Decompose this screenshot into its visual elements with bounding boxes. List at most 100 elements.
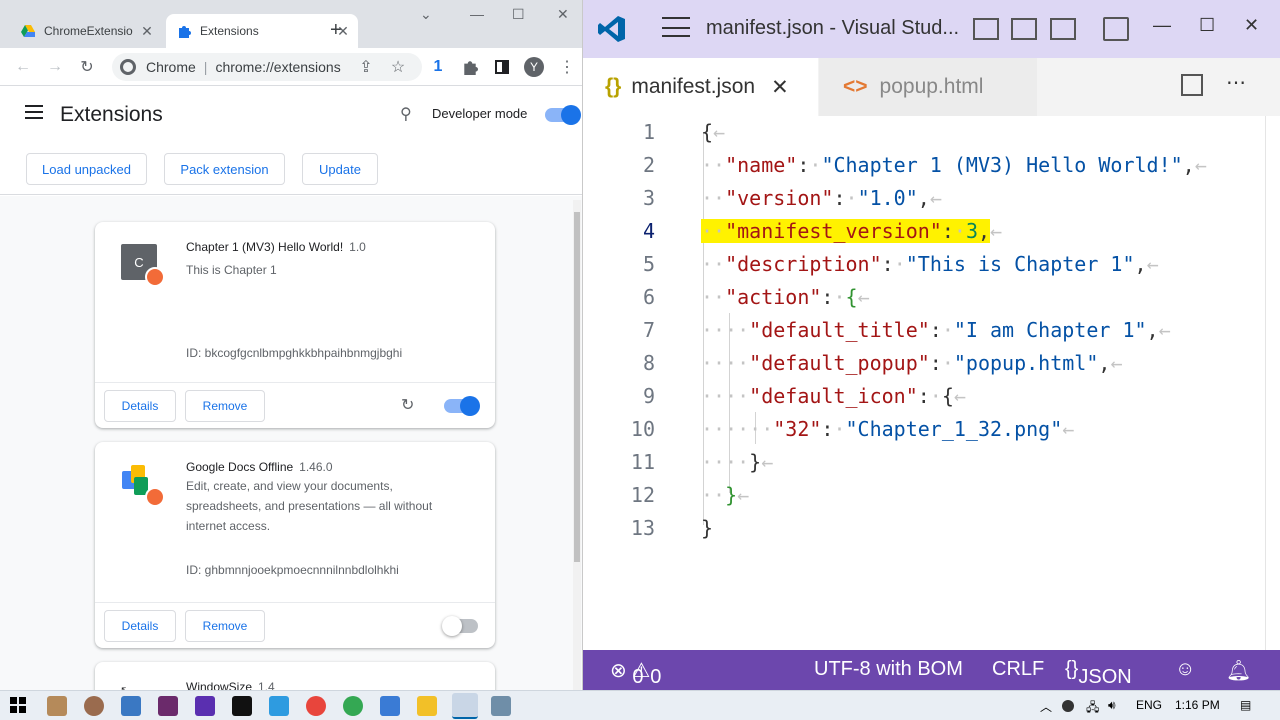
extension-enable-toggle[interactable] [442, 616, 478, 636]
close-tab-icon[interactable]: ✕ [138, 23, 156, 40]
details-button[interactable]: Details [104, 610, 176, 642]
file-explorer-icon[interactable] [417, 696, 437, 716]
close-tab-icon[interactable]: ✕ [771, 75, 789, 100]
search-icon[interactable]: ⚲ [400, 104, 412, 124]
extensions-header: Extensions ⚲ Developer mode [0, 87, 582, 143]
tab-manifest-json[interactable]: {} manifest.json ✕ [583, 58, 818, 116]
encoding-indicator[interactable]: UTF-8 with BOM [814, 658, 963, 681]
tray-chevron-icon[interactable]: ︿ [1040, 698, 1052, 715]
share-icon[interactable]: ⇪ [356, 57, 376, 77]
customize-layout-icon[interactable] [1103, 17, 1129, 41]
taskbar-app-icon[interactable] [195, 696, 215, 716]
taskbar-app-icon[interactable] [121, 696, 141, 716]
toggle-panel-icon[interactable] [1011, 18, 1037, 40]
action-center-icon[interactable]: ▤ [1240, 698, 1251, 712]
taskbar-app-icon[interactable] [158, 696, 178, 716]
new-tab-icon[interactable]: + [330, 20, 342, 40]
avatar[interactable]: Y [524, 57, 544, 77]
tray-app-icon[interactable] [1062, 700, 1074, 712]
google-drive-icon [20, 23, 36, 39]
taskbar-app-icon[interactable] [491, 696, 511, 716]
json-braces-icon: {} [605, 75, 622, 98]
tab-popup-html[interactable]: <> popup.html [819, 58, 1037, 116]
code-line: 6 ··"action":·{← [642, 285, 870, 309]
remove-button[interactable]: Remove [185, 610, 265, 642]
developer-mode-toggle[interactable] [545, 105, 581, 125]
close-window-icon[interactable]: ✕ [1244, 15, 1259, 36]
more-actions-icon[interactable]: ⋯ [1226, 70, 1246, 95]
taskbar-app-icon[interactable] [232, 696, 252, 716]
language-indicator[interactable]: ENG [1136, 698, 1162, 712]
remove-button[interactable]: Remove [185, 390, 265, 422]
close-window-icon[interactable]: ✕ [557, 6, 569, 23]
extension-enable-toggle[interactable] [444, 396, 480, 416]
chrome-taskbar-icon[interactable] [343, 696, 363, 716]
scrollbar[interactable] [573, 200, 581, 690]
tab-title: ChromeExtensio [44, 24, 133, 38]
page-title: Extensions [60, 103, 163, 126]
extension-count[interactable]: 1 [428, 57, 448, 77]
chrome-toolbar: ← → ↻ Chrome | chrome://extensions ⇪ ☆ 1… [0, 48, 582, 86]
status-bar: ⊗ 0 ⚠ 0 UTF-8 with BOM CRLF {} JSON ☺ 🔔︎ [583, 650, 1280, 690]
menu-kebab-icon[interactable]: ⋮ [557, 57, 577, 77]
url-text: chrome://extensions [215, 59, 341, 75]
taskbar-app-icon[interactable] [269, 696, 289, 716]
extension-name: Chapter 1 (MV3) Hello World! 1.0 [186, 240, 366, 254]
toggle-primary-sidebar-icon[interactable] [973, 18, 999, 40]
extension-id: ID: ghbmnnjooekpmoecnnnilnnbdlolhkhi [186, 563, 399, 577]
developer-mode-label: Developer mode [432, 106, 528, 121]
details-button[interactable]: Details [104, 390, 176, 422]
code-line: 4 ··"manifest_version":·3,← [642, 219, 1003, 243]
accounts-icon[interactable]: ☺ [1175, 658, 1195, 681]
split-editor-icon[interactable] [1181, 74, 1203, 96]
extension-description: Edit, create, and view your documents, s… [186, 479, 433, 533]
bookmark-star-icon[interactable]: ☆ [388, 57, 408, 77]
eol-indicator[interactable]: CRLF [992, 658, 1044, 681]
side-panel-icon[interactable] [492, 57, 512, 77]
taskbar-app-icon[interactable] [380, 696, 400, 716]
code-editor[interactable]: 1 {← 2 ··"name":·"Chapter 1 (MV3) Hello Wo… [583, 116, 1280, 650]
windows-start-icon[interactable] [10, 697, 26, 718]
tab-chromeextension[interactable]: ChromeExtensio ✕ [10, 14, 162, 48]
vscode-titlebar: manifest.json - Visual Stud... — ☐ ✕ [583, 0, 1280, 58]
code-line: 7 ····"default_title":·"I am Chapter 1",← [642, 318, 1171, 342]
taskbar-app-icon[interactable] [84, 696, 104, 716]
extension-name: WindowSize 1.4 [186, 680, 275, 690]
hamburger-menu-icon[interactable] [25, 105, 43, 119]
taskbar-app-icon[interactable] [47, 696, 67, 716]
minimize-icon[interactable]: — [470, 6, 484, 22]
code-line: 8 ····"default_popup":·"popup.html",← [642, 351, 1123, 375]
extensions-list: C Chapter 1 (MV3) Hello World! 1.0 This i… [0, 196, 582, 690]
volume-icon[interactable]: 🔊︎ [1108, 698, 1116, 713]
notifications-bell-icon[interactable]: 🔔︎ [1226, 658, 1251, 683]
extension-card: C Chapter 1 (MV3) Hello World! 1.0 This i… [95, 222, 495, 428]
problems-indicator[interactable]: ⊗ 0 ⚠ 0 [610, 658, 661, 688]
card-footer: Details Remove [95, 602, 495, 648]
minimize-icon[interactable]: — [1153, 15, 1171, 36]
forward-icon[interactable]: → [45, 57, 65, 77]
chrome-taskbar-icon[interactable] [306, 696, 326, 716]
clock[interactable]: 1:16 PM [1175, 698, 1220, 712]
language-mode[interactable]: {} JSON [1065, 658, 1132, 688]
back-icon[interactable]: ← [13, 57, 33, 77]
network-icon[interactable]: 🖧︎ [1086, 698, 1099, 719]
reload-extension-icon[interactable]: ↻ [401, 395, 414, 415]
extensions-puzzle-icon[interactable] [460, 57, 480, 77]
code-line: 2 ··"name":·"Chapter 1 (MV3) Hello World!… [642, 153, 1207, 177]
omnibox-separator: | [203, 59, 208, 75]
extension-description: This is Chapter 1 [186, 263, 277, 277]
maximize-icon[interactable]: ☐ [1199, 15, 1215, 36]
vscode-taskbar-icon[interactable] [452, 693, 478, 719]
load-unpacked-button[interactable]: Load unpacked [26, 153, 147, 185]
pack-extension-button[interactable]: Pack extension [164, 153, 285, 185]
chrome-tabstrip: ChromeExtensio ✕ Extensions ✕ + ⌄ — ☐ ✕ [0, 0, 582, 48]
update-button[interactable]: Update [302, 153, 378, 185]
reload-icon[interactable]: ↻ [77, 57, 97, 77]
menu-hamburger-icon[interactable] [662, 17, 690, 37]
maximize-icon[interactable]: ☐ [512, 6, 525, 23]
tab-search-icon[interactable]: ⌄ [420, 6, 432, 23]
editor-tabs: {} manifest.json ✕ <> popup.html ⋯ [583, 58, 1280, 116]
code-line: 1 {← [642, 120, 726, 144]
code-line: 10 ······"32":·"Chapter_1_32.png"← [630, 417, 1075, 441]
toggle-secondary-sidebar-icon[interactable] [1050, 18, 1076, 40]
